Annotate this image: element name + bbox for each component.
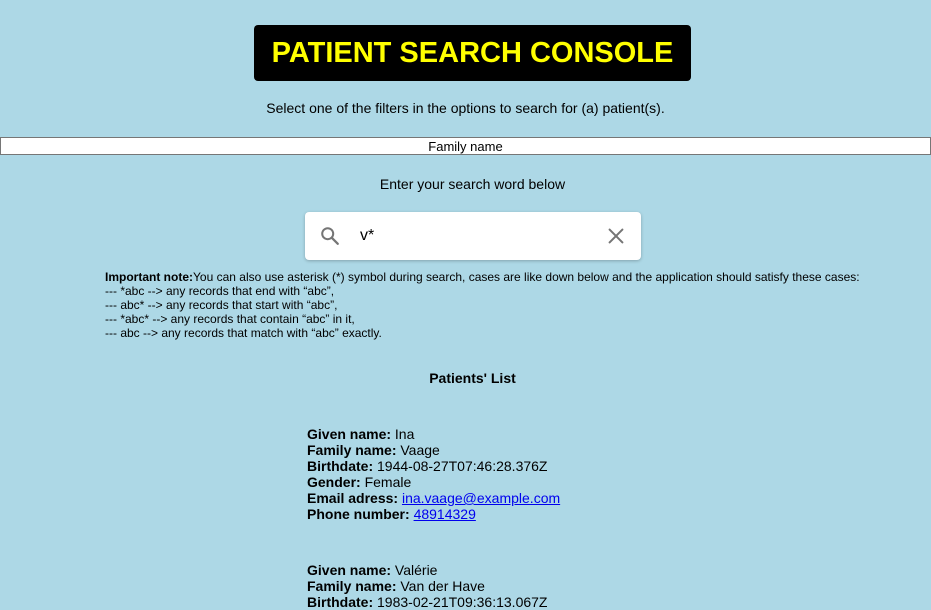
phone-label: Phone number: [307,506,410,522]
email-link[interactable]: ina.vaage@example.com [402,490,560,506]
search-box[interactable] [305,212,641,260]
patient-family-row: Family name: Vaage [307,442,560,458]
gender-label: Gender: [307,474,361,490]
patient-birthdate-row: Birthdate: 1944-08-27T07:46:28.376Z [307,458,560,474]
note-line: --- abc* --> any records that start with… [105,298,338,312]
gender-value: Female [364,474,412,490]
patient-family-row: Family name: Van der Have [307,578,547,594]
patient-given-row: Given name: Ina [307,426,560,442]
patient-email-row: Email adress: ina.vaage@example.com [307,490,560,506]
given-name-label: Given name: [307,562,392,578]
patient-phone-row: Phone number: 48914329 [307,506,560,522]
birthdate-label: Birthdate: [307,594,374,610]
birthdate-label: Birthdate: [307,458,374,474]
note-line: --- abc --> any records that match with … [105,326,382,340]
given-name-value: Valérie [394,562,438,578]
note-intro: Important note:You can also use asterisk… [105,270,895,284]
birthdate-value: 1944-08-27T07:46:28.376Z [377,458,548,474]
family-name-label: Family name: [307,442,397,458]
search-input[interactable] [360,225,590,247]
filter-select-container[interactable]: Family name [0,137,931,155]
given-name-value: Ina [394,426,415,442]
clear-icon[interactable] [605,225,627,247]
patient-given-row: Given name: Valérie [307,562,547,578]
birthdate-value: 1983-02-21T09:36:13.067Z [377,594,548,610]
search-note: Important note:You can also use asterisk… [105,270,895,340]
family-name-value: Vaage [400,442,440,458]
patient-card: Given name: Valérie Family name: Van der… [307,562,547,610]
patients-list-title: Patients' List [429,370,516,386]
page-title: PATIENT SEARCH CONSOLE [254,25,691,81]
filter-select[interactable]: Family name [1,138,930,154]
patient-card: Given name: Ina Family name: Vaage Birth… [307,426,560,522]
given-name-label: Given name: [307,426,392,442]
family-name-value: Van der Have [400,578,485,594]
note-intro-text: You can also use asterisk (*) symbol dur… [193,270,860,284]
phone-link[interactable]: 48914329 [414,506,476,522]
email-label: Email adress: [307,490,399,506]
family-name-label: Family name: [307,578,397,594]
search-label: Enter your search word below [379,176,566,192]
note-heading: Important note: [105,270,193,284]
search-icon [319,225,341,247]
patient-birthdate-row: Birthdate: 1983-02-21T09:36:13.067Z [307,594,547,610]
note-line: --- *abc --> any records that end with “… [105,284,335,298]
note-line: --- *abc* --> any records that contain “… [105,312,355,326]
page-subtitle: Select one of the filters in the options… [266,100,665,116]
patient-gender-row: Gender: Female [307,474,560,490]
